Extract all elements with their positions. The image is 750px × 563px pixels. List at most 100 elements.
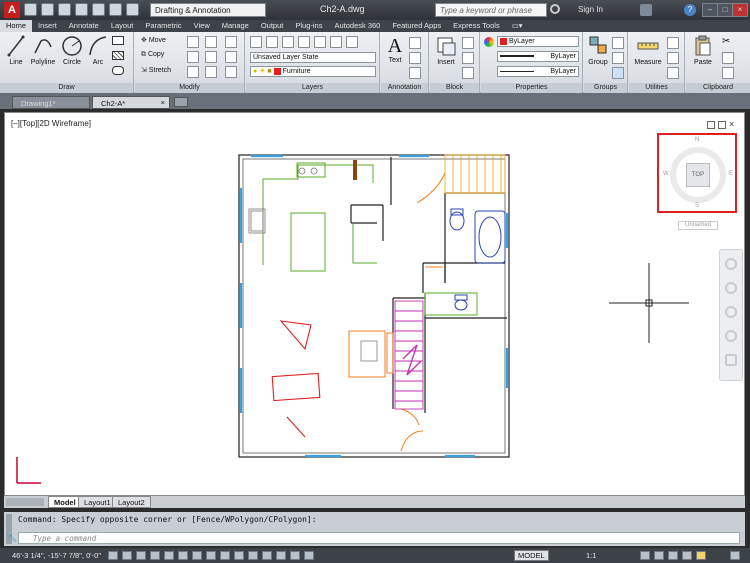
ribbon-toggle-icon[interactable]: ▭▾ — [506, 20, 529, 32]
utilities-panel-title[interactable]: Utilities — [629, 83, 684, 93]
leader-icon[interactable] — [409, 52, 421, 64]
tab-output[interactable]: Output — [255, 20, 290, 32]
tab-layout[interactable]: Layout — [105, 20, 140, 32]
layers-panel-title[interactable]: Layers — [246, 83, 379, 93]
tab-layout2[interactable]: Layout2 — [112, 496, 151, 508]
steering-wheel-icon[interactable] — [725, 258, 737, 270]
tab-model[interactable]: Model — [48, 496, 82, 508]
exchange-icon[interactable] — [640, 4, 652, 16]
transparency-icon[interactable] — [262, 551, 272, 560]
offset-icon[interactable] — [225, 66, 237, 78]
undo-icon[interactable] — [109, 3, 122, 16]
isolate-objects-icon[interactable] — [682, 551, 692, 560]
tab-autodesk-360[interactable]: Autodesk 360 — [328, 20, 386, 32]
trim-icon[interactable] — [205, 36, 217, 48]
annotation-scale[interactable]: 1:1 — [586, 551, 596, 560]
calculator-icon[interactable] — [667, 52, 679, 64]
tab-plug-ins[interactable]: Plug-ins — [289, 20, 328, 32]
layer-freeze-icon[interactable] — [298, 36, 310, 48]
text-tool[interactable]: A Text — [385, 35, 405, 64]
polar-icon[interactable] — [164, 551, 174, 560]
search-input[interactable]: Type a keyword or phrase — [435, 3, 547, 17]
search-icon[interactable] — [550, 4, 560, 14]
groups-panel-title[interactable]: Groups — [584, 83, 627, 93]
arc-tool[interactable]: Arc — [87, 35, 109, 66]
match-icon[interactable] — [722, 67, 734, 79]
circle-tool[interactable]: Circle — [60, 35, 84, 66]
point-style-icon[interactable] — [667, 67, 679, 79]
pan-icon[interactable] — [725, 282, 737, 294]
cut-icon[interactable]: ✂ — [722, 36, 730, 47]
color-dropdown[interactable]: ByLayer — [497, 36, 579, 47]
layer-off-icon[interactable] — [266, 36, 278, 48]
scale-icon[interactable] — [187, 66, 199, 78]
layer-dropdown[interactable]: ● ☀ ■ Furniture — [250, 66, 376, 77]
zoom-icon[interactable] — [725, 306, 737, 318]
edit-block-icon[interactable] — [462, 52, 474, 64]
drawing-canvas[interactable]: [–][Top][2D Wireframe] × TOP N S E W Unn… — [4, 112, 745, 496]
match-properties-icon[interactable] — [484, 37, 494, 47]
wrench-icon[interactable]: 🔧 — [6, 532, 17, 543]
layer-properties-icon[interactable] — [250, 36, 262, 48]
tab-featured-apps[interactable]: Featured Apps — [386, 20, 447, 32]
model-space-button[interactable]: MODEL — [514, 550, 549, 561]
workspace-switch-icon[interactable] — [640, 551, 650, 560]
viewcube-face-top[interactable]: TOP — [686, 163, 710, 187]
tab-layout1[interactable]: Layout1 — [78, 496, 117, 508]
close-button[interactable]: × — [732, 3, 748, 17]
snap-icon[interactable] — [122, 551, 132, 560]
rotate-icon[interactable] — [187, 36, 199, 48]
layer-isolate-icon[interactable] — [282, 36, 294, 48]
erase-icon[interactable] — [225, 36, 237, 48]
lock-ui-icon[interactable] — [654, 551, 664, 560]
line-tool[interactable]: Line — [5, 35, 27, 66]
tab-view[interactable]: View — [188, 20, 216, 32]
edit-attributes-icon[interactable] — [462, 67, 474, 79]
compass-north[interactable]: N — [695, 137, 699, 143]
clean-screen-icon[interactable] — [730, 551, 740, 560]
viewcube[interactable]: TOP N S E W — [657, 133, 737, 213]
otrack-icon[interactable] — [206, 551, 216, 560]
stretch-tool[interactable]: ⇲ Stretch — [141, 66, 171, 74]
doc-tab-ch2a[interactable]: Ch2-A* × — [92, 96, 170, 109]
layer-lock-icon[interactable] — [314, 36, 326, 48]
ducs-icon[interactable] — [220, 551, 230, 560]
wcs-menu[interactable]: Unnamed — [678, 221, 718, 230]
lweight-icon[interactable] — [248, 551, 258, 560]
help-icon[interactable]: ? — [684, 4, 696, 16]
ungroup-icon[interactable] — [612, 37, 624, 49]
new-icon[interactable] — [24, 3, 37, 16]
measure-tool[interactable]: Measure — [633, 35, 663, 66]
group-select-icon[interactable] — [612, 67, 624, 79]
plot-icon[interactable] — [92, 3, 105, 16]
new-tab-icon[interactable] — [174, 97, 188, 107]
tab-annotate[interactable]: Annotate — [63, 20, 105, 32]
properties-panel-title[interactable]: Properties — [481, 83, 582, 93]
am-icon[interactable] — [304, 551, 314, 560]
workspace-dropdown[interactable]: Drafting & Annotation — [150, 3, 266, 17]
create-block-icon[interactable] — [462, 37, 474, 49]
group-tool[interactable]: Group — [586, 35, 610, 66]
quick-select-icon[interactable] — [667, 37, 679, 49]
modify-panel-title[interactable]: Modify — [135, 83, 244, 93]
linetype-dropdown[interactable]: ByLayer — [497, 66, 579, 77]
mirror-icon[interactable] — [187, 51, 199, 63]
app-menu-icon[interactable]: A — [4, 2, 20, 18]
3d-osnap-icon[interactable] — [192, 551, 202, 560]
tab-home[interactable]: Home — [0, 20, 33, 32]
compass-east[interactable]: E — [729, 171, 733, 177]
polyline-tool[interactable]: Polyline — [29, 35, 57, 66]
fillet-icon[interactable] — [205, 51, 217, 63]
sign-in-link[interactable]: Sign In — [578, 5, 603, 14]
copy-clip-icon[interactable] — [722, 52, 734, 64]
hardware-accel-icon[interactable] — [668, 551, 678, 560]
insert-tool[interactable]: Insert — [434, 35, 458, 66]
copy-tool[interactable]: ⧉ Copy — [141, 51, 164, 59]
compass-west[interactable]: W — [663, 171, 669, 177]
open-icon[interactable] — [41, 3, 54, 16]
redo-icon[interactable] — [126, 3, 139, 16]
explode-icon[interactable] — [225, 51, 237, 63]
move-tool[interactable]: ✥ Move — [141, 36, 166, 44]
layer-state-dropdown[interactable]: Unsaved Layer State — [250, 52, 376, 63]
lightbulb-status-icon[interactable] — [696, 551, 706, 560]
